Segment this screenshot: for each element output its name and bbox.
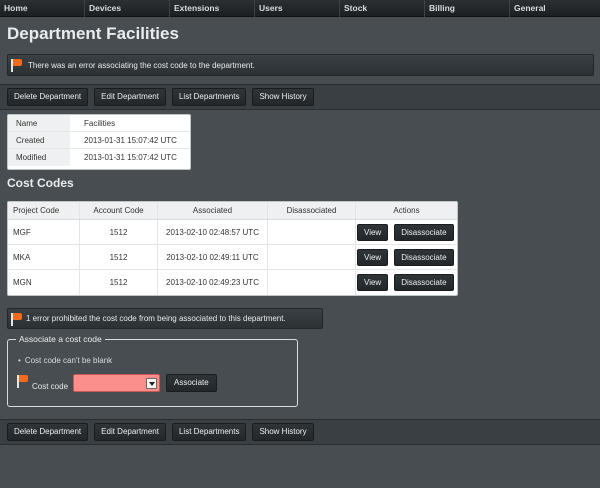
- details-value: Facilities: [84, 119, 116, 128]
- error-message-text: There was an error associating the cost …: [28, 60, 255, 70]
- details-row: Name Facilities: [8, 115, 190, 132]
- cell-disassociated: [268, 244, 356, 270]
- associate-cost-code-fieldset: Associate a cost code Cost code can't be…: [7, 334, 298, 407]
- cell-account-code: 1512: [80, 219, 158, 245]
- show-history-button[interactable]: Show History: [252, 88, 314, 106]
- details-value: 2013-01-31 15:07:42 UTC: [84, 153, 177, 162]
- details-label: Name: [8, 115, 70, 131]
- table-row: MGN 1512 2013-02-10 02:49:23 UTC View Di…: [8, 270, 457, 295]
- disassociate-button[interactable]: Disassociate: [394, 248, 454, 266]
- cost-codes-heading: Cost Codes: [7, 176, 74, 190]
- view-button[interactable]: View: [357, 248, 389, 266]
- toolbar-top: Delete Department Edit Department List D…: [0, 84, 600, 110]
- show-history-button[interactable]: Show History: [252, 423, 314, 441]
- form-error-summary-text: 1 error prohibited the cost code from be…: [26, 314, 286, 323]
- cell-associated: 2013-02-10 02:48:57 UTC: [158, 219, 268, 245]
- nav-item-billing[interactable]: Billing: [425, 0, 510, 17]
- field-error-item: Cost code can't be blank: [18, 356, 112, 365]
- table-row: MKA 1512 2013-02-10 02:49:11 UTC View Di…: [8, 244, 457, 270]
- details-row: Created 2013-01-31 15:07:42 UTC: [8, 132, 190, 149]
- details-row: Modified 2013-01-31 15:07:42 UTC: [8, 149, 190, 166]
- header-account-code: Account Code: [80, 202, 158, 219]
- cost-code-label: Cost code: [32, 382, 69, 391]
- header-actions: Actions: [393, 206, 420, 215]
- table-header: Project Code Account Code Associated Dis…: [8, 202, 457, 220]
- cell-actions: View Disassociate: [356, 245, 457, 270]
- nav-item-home[interactable]: Home: [0, 0, 85, 17]
- flag-icon: [10, 58, 22, 72]
- cell-associated: 2013-02-10 02:49:11 UTC: [158, 244, 268, 270]
- associate-button[interactable]: Associate: [166, 374, 217, 392]
- cell-actions: View Disassociate: [356, 220, 457, 245]
- disassociate-button[interactable]: Disassociate: [394, 223, 454, 241]
- fieldset-legend: Associate a cost code: [16, 334, 105, 344]
- chevron-down-icon[interactable]: [146, 378, 157, 389]
- top-nav: Home Devices Extensions Users Stock Bill…: [0, 0, 600, 17]
- flag-icon: [16, 374, 28, 388]
- view-button[interactable]: View: [357, 274, 389, 291]
- details-label: Modified: [8, 149, 70, 166]
- form-error-summary: 1 error prohibited the cost code from be…: [7, 308, 323, 329]
- cell-project-code: MGF: [8, 219, 80, 245]
- cell-account-code: 1512: [80, 244, 158, 270]
- nav-item-general[interactable]: General: [510, 0, 600, 17]
- delete-department-button[interactable]: Delete Department: [7, 423, 89, 441]
- details-label: Created: [8, 132, 70, 148]
- cell-project-code: MKA: [8, 244, 80, 270]
- toolbar-bottom: Delete Department Edit Department List D…: [0, 419, 600, 445]
- disassociate-button[interactable]: Disassociate: [394, 274, 454, 291]
- nav-item-devices[interactable]: Devices: [85, 0, 170, 17]
- cell-associated: 2013-02-10 02:49:23 UTC: [158, 270, 268, 295]
- nav-item-extensions[interactable]: Extensions: [170, 0, 255, 17]
- view-button[interactable]: View: [357, 223, 389, 241]
- cell-project-code: MGN: [8, 270, 80, 295]
- edit-department-button[interactable]: Edit Department: [94, 423, 166, 441]
- header-disassociated: Disassociated: [268, 202, 356, 219]
- header-associated: Associated: [158, 202, 268, 219]
- department-details: Name Facilities Created 2013-01-31 15:07…: [7, 114, 191, 170]
- list-departments-button[interactable]: List Departments: [171, 423, 247, 441]
- edit-department-button[interactable]: Edit Department: [94, 88, 166, 106]
- list-departments-button[interactable]: List Departments: [171, 88, 247, 106]
- nav-item-stock[interactable]: Stock: [340, 0, 425, 17]
- details-value: 2013-01-31 15:07:42 UTC: [84, 136, 177, 145]
- page-title: Department Facilities: [7, 24, 179, 43]
- nav-item-users[interactable]: Users: [255, 0, 340, 17]
- flag-icon: [10, 312, 22, 326]
- cell-account-code: 1512: [80, 270, 158, 295]
- table-row: MGF 1512 2013-02-10 02:48:57 UTC View Di…: [8, 219, 457, 245]
- cell-disassociated: [268, 270, 356, 295]
- cost-code-select[interactable]: [73, 374, 160, 392]
- error-message-bar: There was an error associating the cost …: [7, 54, 594, 76]
- cell-disassociated: [268, 219, 356, 245]
- header-project-code: Project Code: [8, 202, 80, 219]
- delete-department-button[interactable]: Delete Department: [7, 88, 89, 106]
- cost-codes-table: Project Code Account Code Associated Dis…: [7, 201, 458, 296]
- cell-actions: View Disassociate: [356, 270, 457, 295]
